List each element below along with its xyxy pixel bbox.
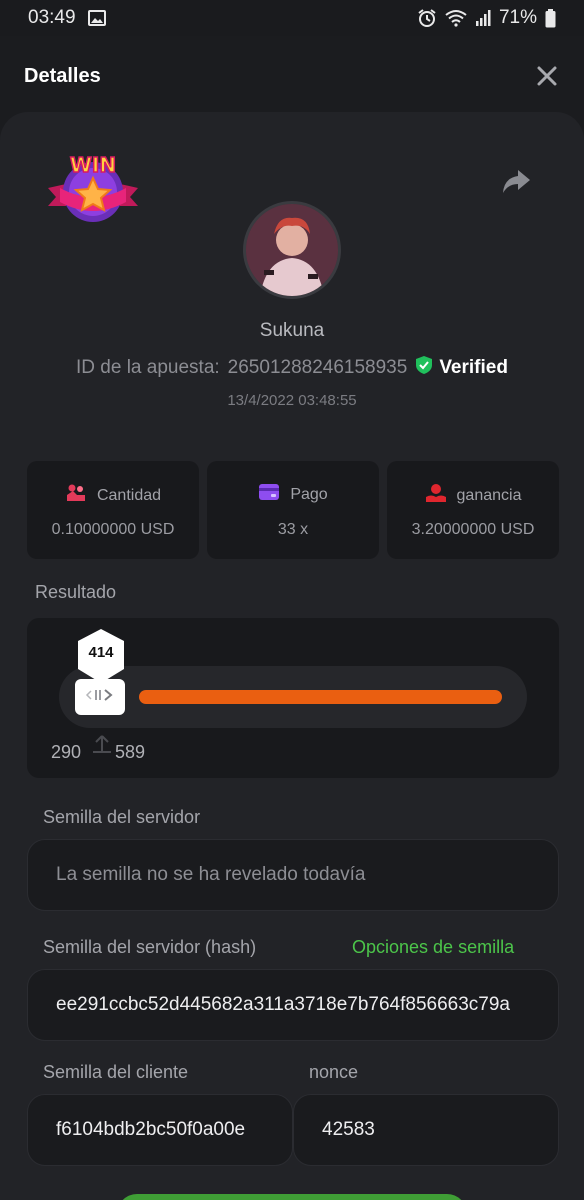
coins-icon [65, 483, 87, 508]
stat-payout-label: Pago [290, 485, 328, 503]
gallery-icon [87, 10, 106, 26]
result-label: Resultado [35, 582, 117, 602]
stat-payout-value: 33 x [277, 521, 309, 538]
alarm-icon [417, 8, 437, 28]
verified-badge: Verified [415, 355, 508, 381]
stat-amount-label: Cantidad [96, 486, 162, 504]
result-value-pin: 414 [76, 628, 126, 684]
drag-handle-icon [85, 687, 115, 708]
seed-options-link[interactable]: Opciones de semilla [352, 937, 514, 958]
status-bar: 03:49 71% [0, 0, 584, 36]
profit-icon [425, 483, 447, 508]
server-seed-hash-field[interactable]: ee291ccbc52d445682a311a3718e7b764f856663… [27, 969, 559, 1041]
server-seed-label: Semilla del servidor [43, 807, 201, 827]
win-badge-text: WIN [70, 153, 116, 177]
range-max: 589 [115, 742, 146, 762]
stat-profit-label: ganancia [456, 486, 522, 504]
signal-icon [475, 9, 491, 27]
close-icon[interactable] [534, 63, 560, 89]
bottom-action-button[interactable] [117, 1194, 467, 1200]
battery-icon [545, 8, 556, 28]
range-min: 290 [51, 742, 82, 762]
avatar [243, 201, 341, 299]
verified-label: Verified [439, 357, 508, 378]
bet-details-card: WIN Sukuna ID de la apuesta: 26501288246… [0, 112, 584, 1200]
server-seed-hash-label: Semilla del servidor (hash) [43, 937, 257, 957]
nonce-field[interactable]: 42583 [293, 1094, 559, 1166]
status-time: 03:49 [28, 7, 76, 28]
slider-handle[interactable] [75, 679, 125, 715]
battery-percent: 71% [498, 7, 537, 28]
bet-datetime: 13/4/2022 03:48:55 [227, 392, 357, 409]
bet-id-value: 26501288246158935 [227, 357, 408, 378]
header: Detalles [0, 36, 584, 116]
result-range-bar [139, 690, 502, 704]
wifi-icon [445, 9, 467, 27]
stat-payout: Pago 33 x [207, 461, 379, 559]
share-icon[interactable] [500, 167, 532, 197]
shield-check-icon [415, 355, 433, 381]
card-icon [258, 483, 280, 506]
nonce-label: nonce [309, 1062, 359, 1082]
stat-amount: Cantidad 0.10000000 USD [27, 461, 199, 559]
win-badge-icon: WIN [44, 148, 142, 226]
stat-profit: ganancia 3.20000000 USD [387, 461, 559, 559]
arrow-up-icon [93, 734, 111, 760]
client-seed-field[interactable]: f6104bdb2bc50f0a00e [27, 1094, 293, 1166]
result-box: 414 290 589 [27, 618, 559, 778]
server-seed-field[interactable]: La semilla no se ha revelado todavía [27, 839, 559, 911]
page-title: Detalles [24, 64, 101, 87]
bet-id-label: ID de la apuesta: [76, 357, 220, 378]
result-value: 414 [88, 644, 114, 661]
stat-profit-value: 3.20000000 USD [411, 521, 535, 538]
client-seed-label: Semilla del cliente [43, 1062, 189, 1082]
stat-amount-value: 0.10000000 USD [51, 521, 175, 538]
bet-id-row: ID de la apuesta: 26501288246158935 Veri… [0, 355, 584, 381]
username: Sukuna [259, 320, 325, 341]
result-slider-track [59, 666, 527, 728]
